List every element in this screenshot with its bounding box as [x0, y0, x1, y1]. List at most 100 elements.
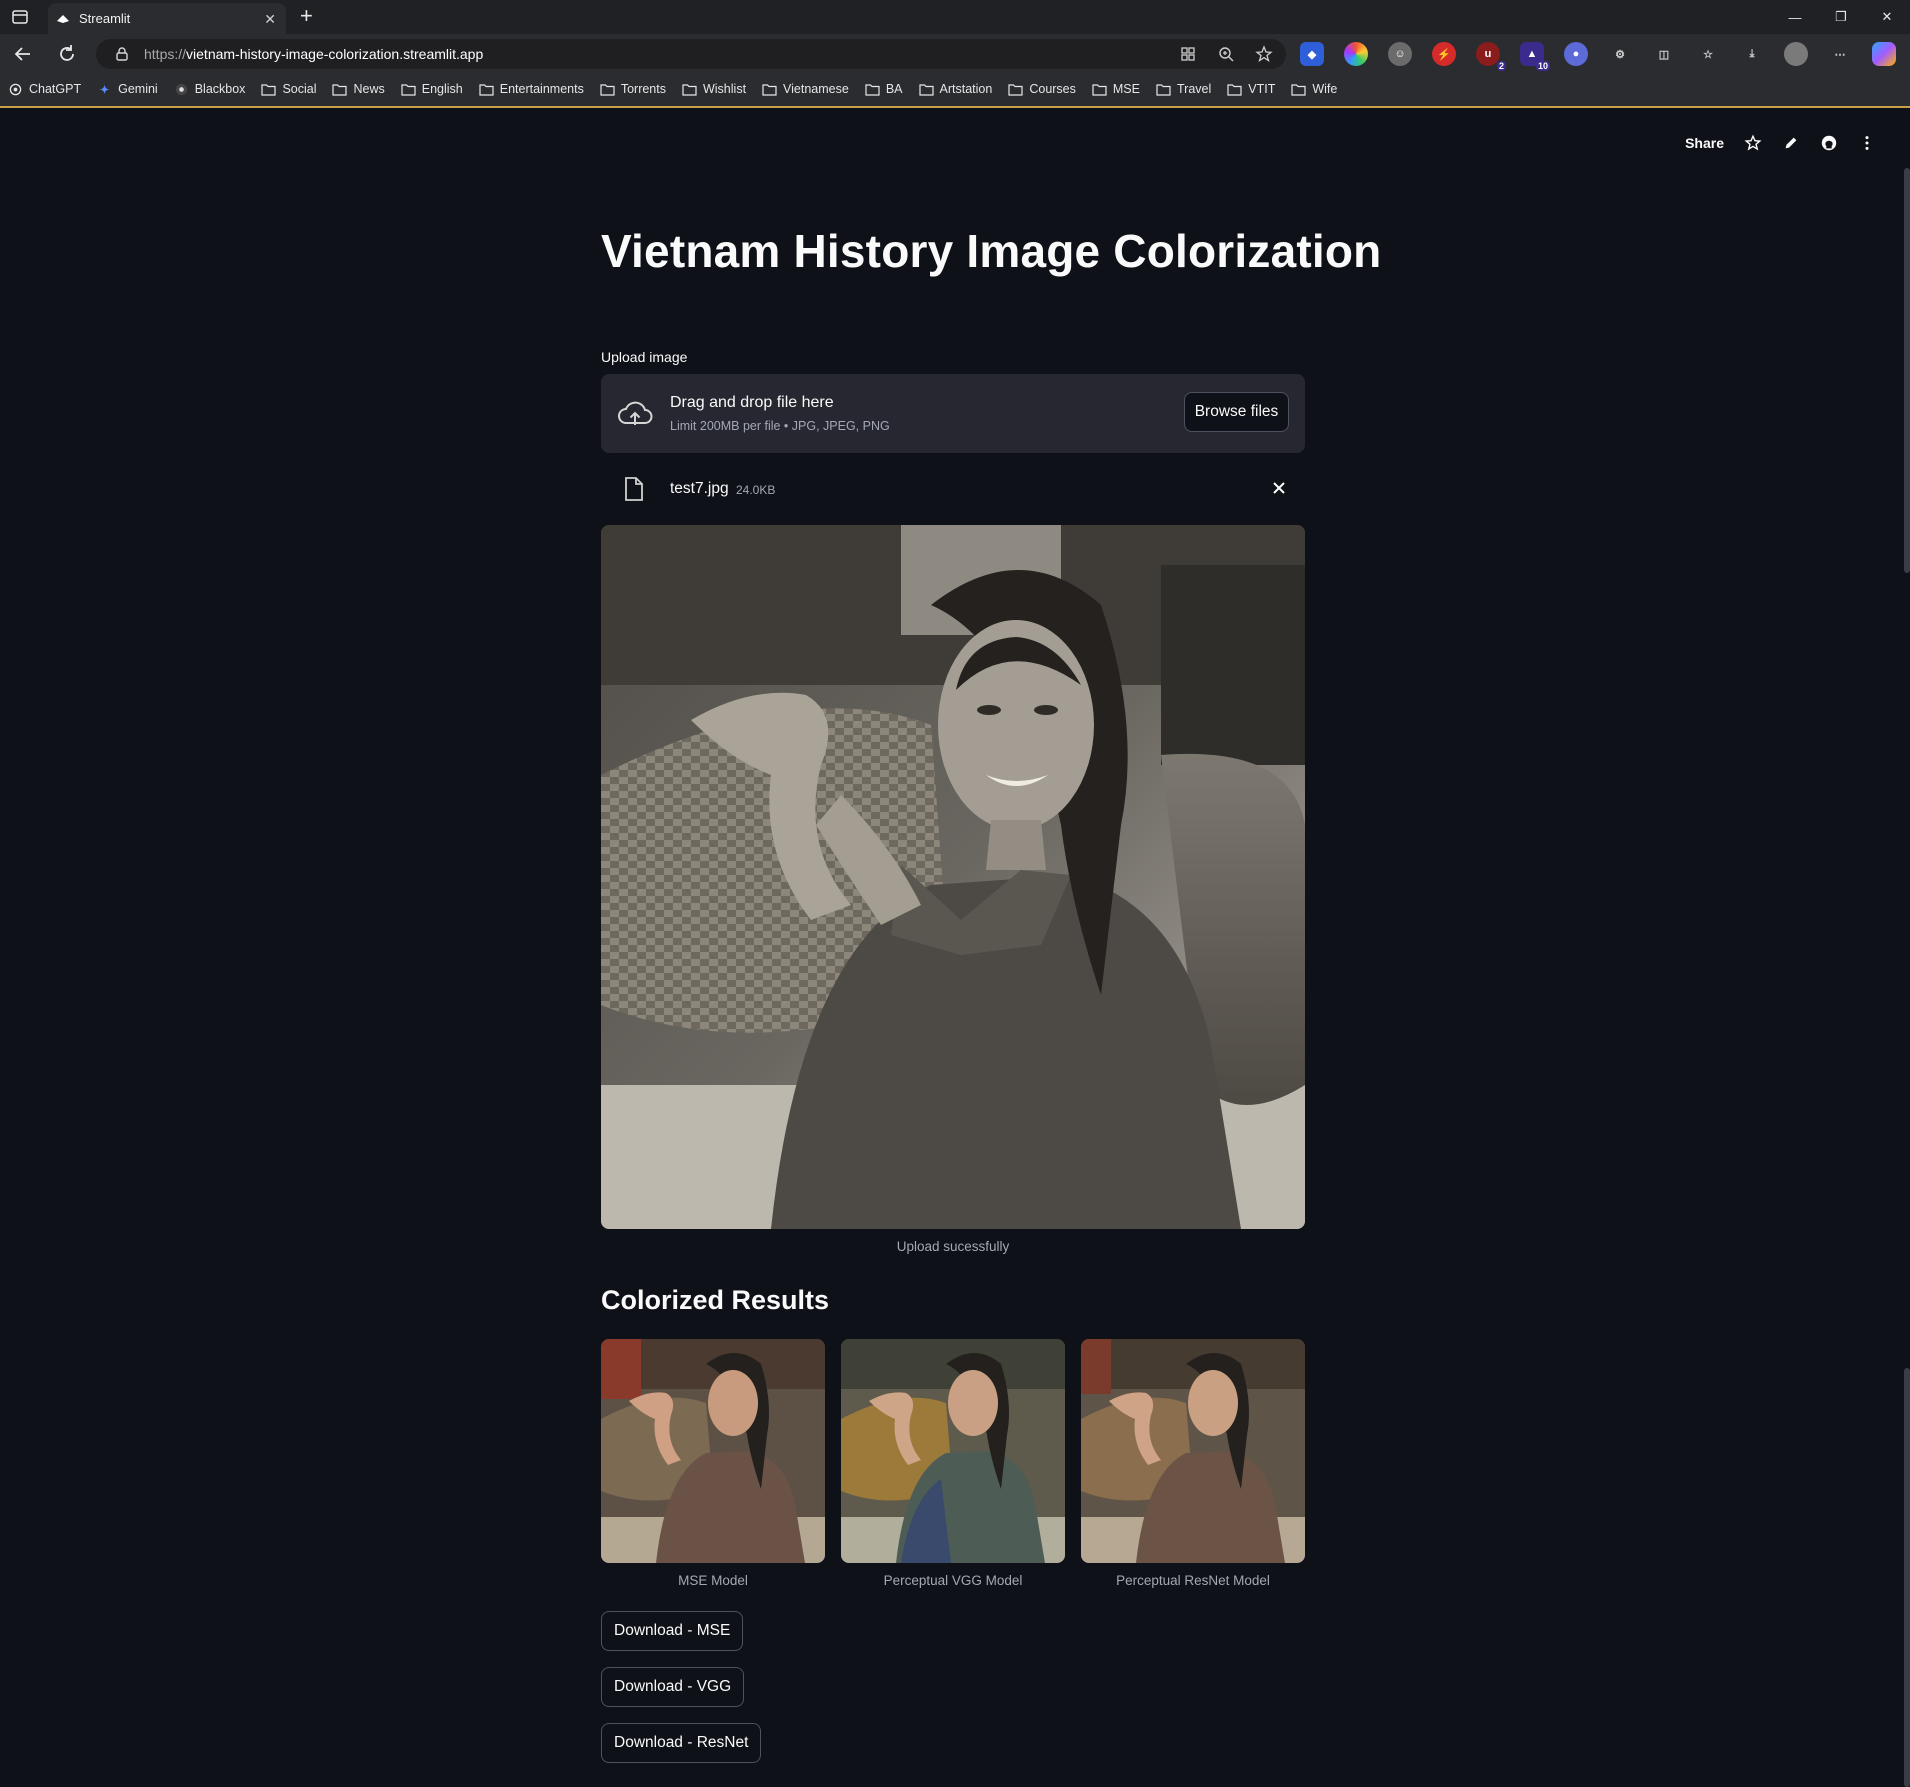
app-available-icon[interactable] [1178, 44, 1198, 64]
remove-file-icon[interactable] [1269, 478, 1289, 498]
extension-ublock-icon[interactable]: u2 [1476, 42, 1506, 71]
bookmarks-bar: ChatGPT Gemini Blackbox Social News Engl… [0, 74, 1910, 108]
download-resnet-button[interactable]: Download - ResNet [601, 1723, 762, 1763]
extensions-puzzle-icon[interactable]: ⚙ [1608, 42, 1632, 66]
folder-icon [1291, 83, 1306, 96]
mse-result-image [601, 1339, 825, 1563]
bookmark-folder[interactable]: VTIT [1227, 82, 1275, 96]
bookmark-folder[interactable]: BA [865, 82, 903, 96]
file-name: test7.jpg [670, 480, 729, 497]
bookmark-folder[interactable]: MSE [1092, 82, 1140, 96]
zoom-icon[interactable] [1216, 44, 1236, 64]
resnet-caption: Perceptual ResNet Model [1116, 1573, 1270, 1588]
bookmark-folder[interactable]: Travel [1156, 82, 1211, 96]
url-host: vietnam-history-image-colorization.strea… [186, 46, 484, 62]
folder-icon [600, 83, 615, 96]
bookmark-folder[interactable]: Vietnamese [762, 82, 849, 96]
extension-face-icon[interactable]: ☺ [1388, 42, 1412, 66]
download-mse-button[interactable]: Download - MSE [601, 1611, 744, 1651]
tab-actions-icon[interactable] [10, 7, 30, 27]
scrollbar-thumb[interactable] [1904, 168, 1910, 573]
bookmark-folder[interactable]: Artstation [918, 82, 993, 96]
copilot-icon[interactable] [1872, 42, 1896, 66]
mse-caption: MSE Model [678, 1573, 748, 1588]
tab-close-icon[interactable]: ✕ [264, 11, 276, 28]
bookmark-label: Gemini [118, 82, 158, 96]
favorite-star-icon[interactable] [1254, 44, 1274, 64]
uploaded-file: test7.jpg 24.0KB [601, 468, 1305, 512]
streamlit-header: Share [0, 110, 1910, 180]
split-screen-icon[interactable]: ◫ [1652, 42, 1676, 66]
bookmark-folder[interactable]: Torrents [600, 82, 666, 96]
bookmark-label: English [421, 82, 463, 96]
folder-icon [1008, 83, 1023, 96]
vgg-result-image [841, 1339, 1065, 1563]
file-dropzone[interactable]: Drag and drop file here Limit 200MB per … [601, 374, 1305, 453]
folder-icon [682, 83, 697, 96]
dropzone-instructions: Drag and drop file here [670, 394, 834, 411]
bookmark-folder[interactable]: News [332, 82, 385, 96]
bookmark-label: Blackbox [194, 82, 246, 96]
scrollbar-thumb-lower[interactable] [1904, 1368, 1910, 1787]
minimize-icon[interactable]: — [1772, 0, 1818, 34]
extension-color-icon[interactable] [1344, 42, 1368, 66]
extension-blue-icon[interactable]: ● [1564, 42, 1588, 66]
site-info-icon[interactable] [114, 46, 130, 62]
bookmark-folder[interactable]: Wishlist [682, 82, 746, 96]
download-vgg-button[interactable]: Download - VGG [601, 1667, 745, 1707]
bookmark-label: Travel [1176, 82, 1212, 96]
folder-icon [479, 83, 494, 96]
bookmark-label: ChatGPT [29, 82, 82, 96]
browser-menu-icon[interactable]: ⋯ [1828, 42, 1852, 66]
bookmark-label: News [353, 82, 385, 96]
results-title: Colorized Results [601, 1285, 830, 1315]
folder-icon [332, 83, 348, 96]
extension-purple-icon[interactable]: ▲ 10 [1520, 42, 1550, 71]
resnet-result-image [1081, 1339, 1305, 1563]
folder-icon [1227, 83, 1242, 96]
favorites-icon[interactable]: ☆ [1696, 42, 1720, 66]
bookmark-label: Torrents [620, 82, 666, 96]
main-menu-icon[interactable] [1858, 134, 1876, 152]
extension-badge: 2 [1496, 61, 1506, 71]
bookmark-folder[interactable]: English [401, 82, 463, 96]
star-icon[interactable] [1744, 134, 1762, 152]
url-text[interactable]: https://vietnam-history-image-colorizati… [144, 46, 483, 62]
share-button[interactable]: Share [1685, 135, 1724, 151]
close-window-icon[interactable]: ✕ [1864, 0, 1910, 34]
bookmark-folder[interactable]: Social [261, 82, 316, 96]
profile-avatar[interactable] [1784, 42, 1808, 66]
browser-tab-active[interactable]: Streamlit ✕ [48, 3, 286, 34]
extension-red-icon[interactable]: ⚡ [1432, 42, 1456, 66]
bookmark-blackbox[interactable]: Blackbox [174, 82, 246, 96]
new-tab-icon[interactable]: + [300, 5, 313, 27]
downloads-icon[interactable]: ⤓ [1740, 42, 1764, 66]
bookmark-label: Social [282, 82, 317, 96]
address-bar[interactable]: https://vietnam-history-image-colorizati… [96, 39, 1286, 69]
bookmark-gemini[interactable]: Gemini [97, 82, 158, 96]
bookmark-label: Artstation [939, 82, 993, 96]
bookmark-folder[interactable]: Entertainments [479, 82, 584, 96]
bookmark-label: Wishlist [702, 82, 747, 96]
gemini-icon [99, 83, 111, 95]
file-size: 24.0KB [736, 483, 776, 497]
extension-badge: 10 [1535, 61, 1550, 71]
restore-icon[interactable]: ❐ [1818, 0, 1864, 34]
bookmark-label: Courses [1029, 82, 1076, 96]
folder-icon [261, 83, 277, 96]
github-icon[interactable] [1820, 134, 1838, 152]
edit-pencil-icon[interactable] [1782, 134, 1800, 152]
bookmark-folder[interactable]: Wife [1291, 82, 1337, 96]
folder-icon [762, 83, 777, 96]
uploaded-photo [601, 525, 1305, 1229]
back-icon[interactable] [12, 43, 34, 65]
bookmark-chatgpt[interactable]: ChatGPT [8, 82, 81, 96]
extension-shield-icon[interactable]: ◆ [1300, 42, 1324, 66]
page-title: Vietnam History Image Colorization [601, 225, 1382, 277]
bookmark-label: Wife [1312, 82, 1338, 96]
bookmark-folder[interactable]: Courses [1008, 82, 1076, 96]
blackbox-icon [175, 83, 187, 95]
browse-files-button[interactable]: Browse files [1184, 392, 1289, 432]
reload-icon[interactable] [56, 43, 78, 65]
folder-icon [1156, 83, 1171, 96]
